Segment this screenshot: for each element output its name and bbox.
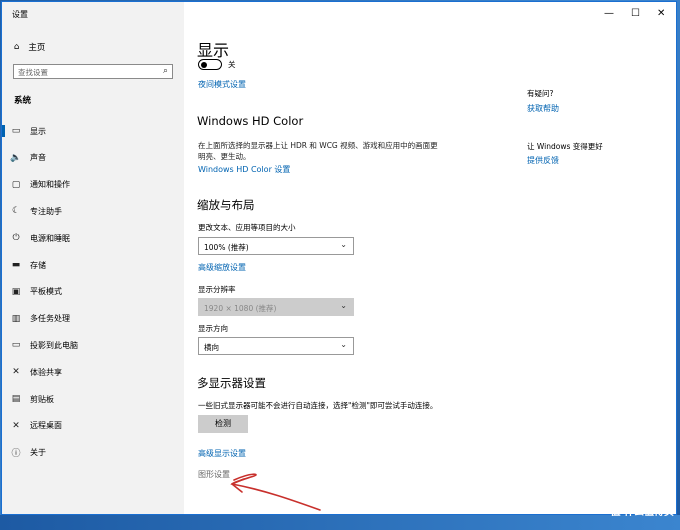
settings-window: 设置 ⌂ 主页 查找设置 ⌕ 系统 ▭ 显示 🔈 声音 ▢ 通知和操作 ☾ 专注助手 ⏻ 电源和睡… <box>1 1 677 515</box>
watermark: 值 什么值得买 <box>610 507 674 518</box>
annotation-arrow <box>230 473 321 511</box>
taskbar <box>0 515 680 530</box>
